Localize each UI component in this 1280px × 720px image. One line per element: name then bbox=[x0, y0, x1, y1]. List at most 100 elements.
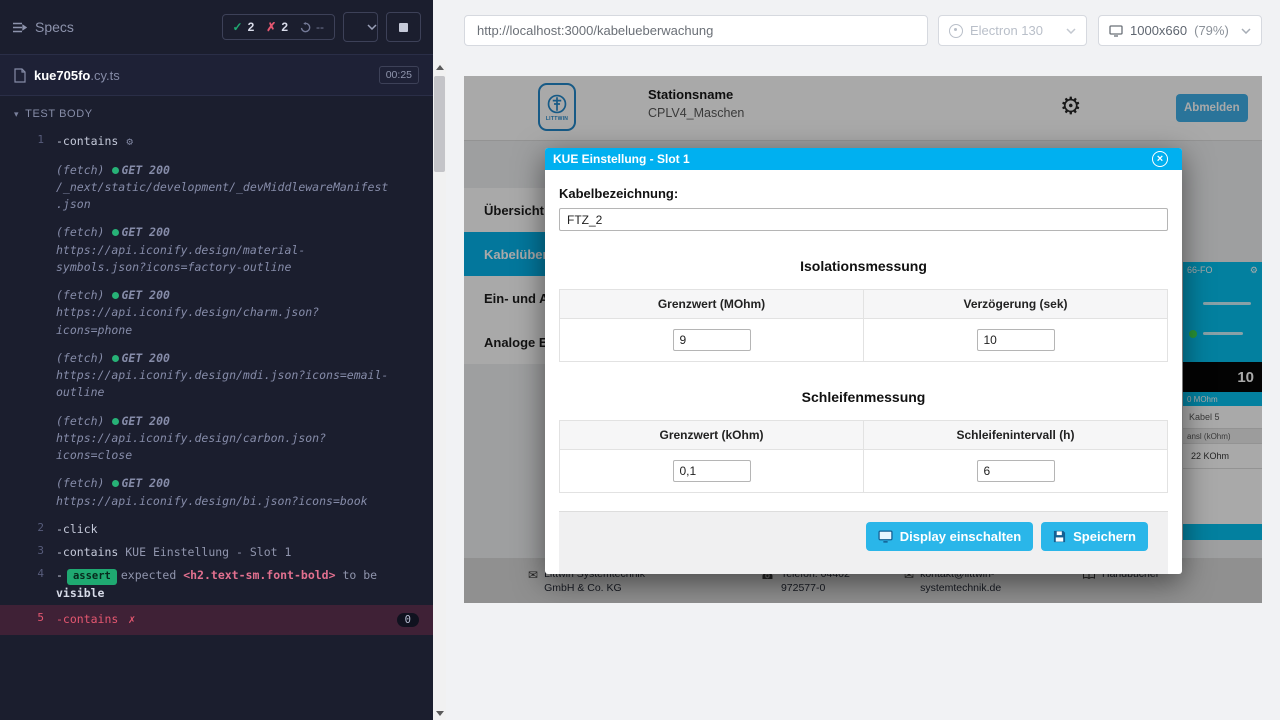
cypress-reporter: Specs ✓ 2 ✗ 2 -- kue705fo.cy.ts 00:25 bbox=[0, 0, 433, 720]
col-grenzwert-kohm: Grenzwert (kOhm) bbox=[560, 421, 864, 450]
isolationsmessung-table: Grenzwert (MOhm) Verzögerung (sek) bbox=[559, 289, 1168, 362]
kabel-label: Kabelbezeichnung: bbox=[559, 186, 1168, 201]
status-dot-icon bbox=[112, 292, 119, 299]
reporter-scrollbar[interactable] bbox=[433, 60, 446, 720]
fetch-content: (fetch)GET 200 https://api.iconify.desig… bbox=[56, 287, 392, 339]
grenzwert-mohm-input[interactable] bbox=[673, 329, 751, 351]
verzoegerung-sek-input[interactable] bbox=[977, 329, 1055, 351]
command-name: -contains bbox=[56, 134, 118, 148]
browser-label: Electron 130 bbox=[970, 23, 1043, 38]
fetch-method: GET 200 bbox=[121, 476, 169, 490]
fetch-url: https://api.iconify.design/bi.json?icons… bbox=[56, 493, 392, 510]
fetch-log-row[interactable]: (fetch)GET 200 /_next/static/development… bbox=[0, 159, 433, 217]
cell-schleifenintervall-h bbox=[864, 450, 1168, 493]
modal-body: Kabelbezeichnung: Isolationsmessung Gren… bbox=[545, 170, 1182, 574]
close-icon[interactable]: × bbox=[1152, 151, 1168, 167]
scrollbar-thumb[interactable] bbox=[434, 76, 445, 172]
kue-settings-modal: KUE Einstellung - Slot 1 × Kabelbezeichn… bbox=[545, 148, 1182, 574]
isolationsmessung-heading: Isolationsmessung bbox=[559, 258, 1168, 274]
status-dot-icon bbox=[112, 229, 119, 236]
specs-menu-button[interactable]: Specs bbox=[12, 19, 74, 35]
chevron-down-icon bbox=[1241, 28, 1251, 34]
fetch-label: (fetch) bbox=[56, 476, 104, 490]
browser-select[interactable]: Electron 130 bbox=[938, 15, 1087, 46]
specs-label: Specs bbox=[35, 19, 74, 35]
status-dot-icon bbox=[112, 167, 119, 174]
fetch-content: (fetch)GET 200 https://api.iconify.desig… bbox=[56, 350, 392, 402]
fetch-log-row[interactable]: (fetch)GET 200 https://api.iconify.desig… bbox=[0, 410, 433, 468]
viewport-zoom: (79%) bbox=[1194, 23, 1229, 38]
kabelbezeichnung-input[interactable] bbox=[559, 208, 1168, 231]
file-icon bbox=[14, 68, 26, 83]
fetch-log-row[interactable]: (fetch)GET 200 https://api.iconify.desig… bbox=[0, 221, 433, 279]
fetch-content: (fetch) GET 200 https://api.iconify.desig… bbox=[56, 475, 392, 510]
fetch-log-row[interactable]: (fetch) GET 200 https://api.iconify.desig… bbox=[0, 472, 433, 513]
viewport-select[interactable]: 1000x660 (79%) bbox=[1098, 15, 1262, 46]
section-label: TEST BODY bbox=[25, 108, 93, 120]
command-row-assert[interactable]: 4 -assertexpected <h2.text-sm.font-bold>… bbox=[0, 564, 433, 605]
display-einschalten-button[interactable]: Display einschalten bbox=[866, 522, 1033, 551]
stop-button[interactable] bbox=[386, 12, 421, 42]
assert-mid: to be bbox=[342, 568, 377, 582]
fetch-url: https://api.iconify.design/charm.json?ic… bbox=[56, 304, 392, 339]
scroll-down-button[interactable] bbox=[433, 706, 446, 720]
display-icon bbox=[878, 530, 893, 543]
modal-header: KUE Einstellung - Slot 1 × bbox=[545, 148, 1182, 170]
command-row-contains-failed[interactable]: 5 -contains✗ 0 bbox=[0, 605, 433, 634]
status-dot-icon bbox=[112, 418, 119, 425]
test-body-section-header[interactable]: ▾ TEST BODY bbox=[0, 96, 433, 126]
fetch-content: (fetch)GET 200 https://api.iconify.desig… bbox=[56, 413, 392, 465]
passed-count: 2 bbox=[248, 20, 255, 34]
modal-footer: Display einschalten Speichern bbox=[559, 511, 1168, 574]
command-content: -contains⚙ bbox=[56, 133, 392, 151]
fetch-log-row[interactable]: (fetch)GET 200 https://api.iconify.desig… bbox=[0, 284, 433, 342]
command-row-click[interactable]: 2 -click bbox=[0, 518, 433, 541]
command-dash: - bbox=[56, 568, 63, 582]
grenzwert-kohm-input[interactable] bbox=[673, 460, 751, 482]
fetch-label: (fetch) bbox=[56, 288, 104, 302]
save-icon bbox=[1053, 530, 1066, 543]
app-under-test: LITTWIN Stationsname CPLV4_Maschen ⚙ Abm… bbox=[464, 76, 1262, 603]
command-number: 4 bbox=[0, 567, 56, 602]
command-number bbox=[0, 287, 56, 339]
fetch-method: GET 200 bbox=[121, 225, 169, 239]
col-grenzwert-mohm: Grenzwert (MOhm) bbox=[560, 290, 864, 319]
chevron-down-icon bbox=[367, 24, 377, 30]
command-number: 2 bbox=[0, 521, 56, 538]
fetch-method: GET 200 bbox=[121, 414, 169, 428]
command-number bbox=[0, 413, 56, 465]
runner-pane: Electron 130 1000x660 (79%) LITTWIN Stat… bbox=[433, 0, 1280, 720]
spec-file-row[interactable]: kue705fo.cy.ts 00:25 bbox=[0, 54, 433, 96]
command-content: -contains✗ bbox=[56, 611, 392, 628]
command-number: 3 bbox=[0, 544, 56, 561]
cell-grenzwert-mohm bbox=[560, 319, 864, 362]
refresh-icon bbox=[300, 22, 311, 33]
collapse-toggle-button[interactable] bbox=[343, 12, 378, 42]
fetch-method: GET 200 bbox=[121, 163, 169, 177]
fetch-url: https://api.iconify.design/mdi.json?icon… bbox=[56, 367, 392, 402]
fetch-label: (fetch) bbox=[56, 163, 104, 177]
command-content: -assertexpected <h2.text-sm.font-bold> t… bbox=[56, 567, 392, 602]
command-number bbox=[0, 350, 56, 402]
cell-grenzwert-kohm bbox=[560, 450, 864, 493]
schleifenmessung-heading: Schleifenmessung bbox=[559, 389, 1168, 405]
command-name: -click bbox=[56, 522, 98, 536]
schleifenintervall-h-input[interactable] bbox=[977, 460, 1055, 482]
fetch-content: (fetch)GET 200 https://api.iconify.desig… bbox=[56, 224, 392, 276]
pending-count: -- bbox=[316, 20, 324, 34]
fetch-label: (fetch) bbox=[56, 225, 104, 239]
command-number bbox=[0, 224, 56, 276]
assert-expected: expected bbox=[121, 568, 176, 582]
scroll-up-button[interactable] bbox=[433, 60, 446, 74]
command-row-contains-2[interactable]: 3 -contains KUE Einstellung - Slot 1 bbox=[0, 541, 433, 564]
col-verzoegerung-sek: Verzögerung (sek) bbox=[864, 290, 1168, 319]
command-row-contains-1[interactable]: 1 -contains⚙ bbox=[0, 130, 433, 154]
status-dot-icon bbox=[112, 355, 119, 362]
command-content: -contains KUE Einstellung - Slot 1 bbox=[56, 544, 392, 561]
test-stats[interactable]: ✓ 2 ✗ 2 -- bbox=[222, 14, 336, 40]
url-input[interactable] bbox=[464, 15, 928, 46]
fetch-url: https://api.iconify.design/carbon.json?i… bbox=[56, 430, 392, 465]
spec-basename: kue705fo bbox=[34, 68, 90, 83]
speichern-button[interactable]: Speichern bbox=[1041, 522, 1148, 551]
fetch-log-row[interactable]: (fetch)GET 200 https://api.iconify.desig… bbox=[0, 347, 433, 405]
